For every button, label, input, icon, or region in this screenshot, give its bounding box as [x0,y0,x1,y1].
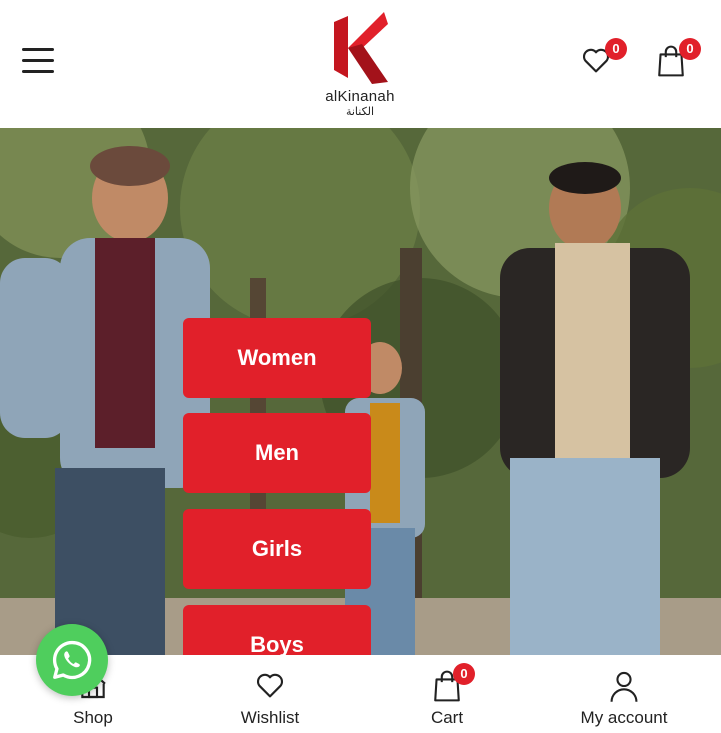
category-button-boys[interactable]: Boys [183,605,371,655]
nav-label-shop: Shop [73,708,113,727]
site-logo[interactable]: alKinanah الكنانة [318,8,402,118]
nav-cart-count-badge: 0 [453,663,475,685]
logo-k-mark [334,12,388,84]
whatsapp-icon [52,640,92,680]
hamburger-menu-icon[interactable] [22,48,54,76]
nav-item-cart[interactable]: 0 Cart [357,655,537,733]
site-header: alKinanah الكنانة 0 0 [0,0,721,128]
header-wishlist-button[interactable]: 0 [580,38,627,80]
nav-item-wishlist[interactable]: Wishlist [180,655,360,733]
cart-count-badge: 0 [679,38,701,60]
header-cart-button[interactable]: 0 [655,38,701,80]
nav-label-my-account: My account [580,708,668,727]
logo-wordmark: alKinanah [325,88,395,105]
user-icon [610,671,638,702]
category-button-men[interactable]: Men [183,413,371,493]
heart-icon [256,673,284,698]
wishlist-count-badge: 0 [605,38,627,60]
logo-arabic-wordmark: الكنانة [345,106,375,118]
nav-item-my-account[interactable]: My account [534,655,714,733]
category-button-girls[interactable]: Girls [183,509,371,589]
whatsapp-chat-button[interactable] [36,624,108,696]
bottom-navigation-bar: Shop Wishlist 0 Cart My account [0,655,721,733]
nav-label-wishlist: Wishlist [240,708,300,727]
hero-banner: Women Men Girls Boys [0,128,721,655]
nav-label-cart: Cart [430,708,464,727]
category-button-women[interactable]: Women [183,318,371,398]
